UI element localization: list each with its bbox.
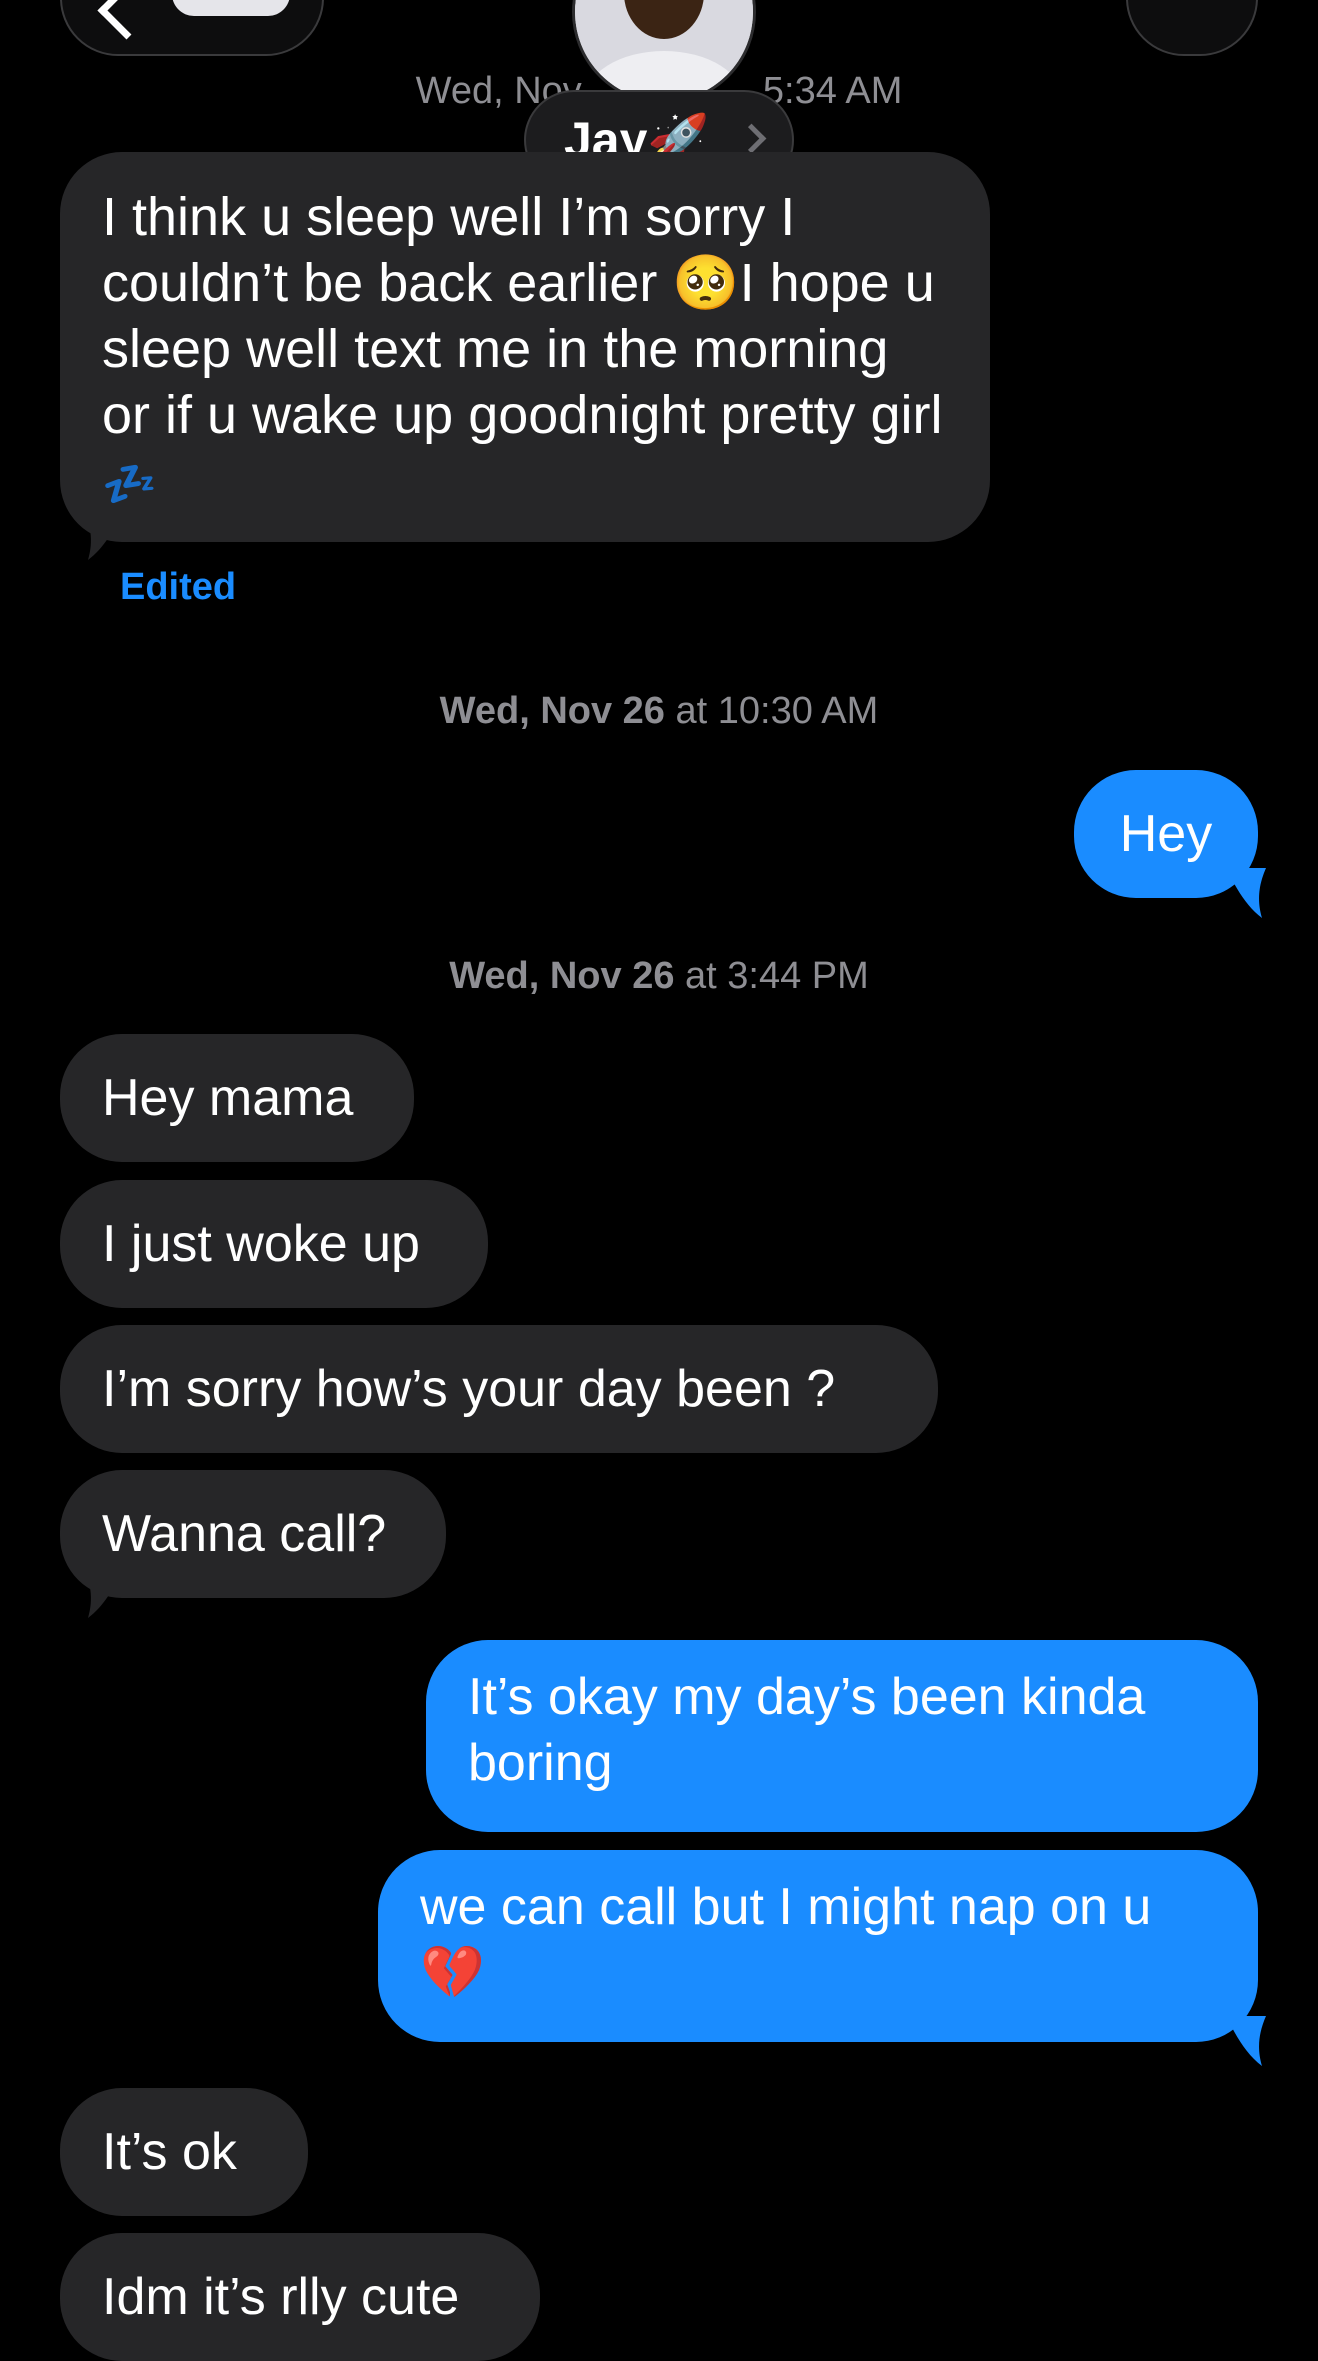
bubble-tail [84,510,124,560]
message-thread: 642 Wed, Nov 5:34 AM Jay🚀 I think u slee… [0,0,1318,2361]
facetime-button[interactable] [1126,0,1258,56]
message-incoming-just-woke-up[interactable]: I just woke up [60,1180,488,1308]
timestamp-1030: Wed, Nov 26 at 10:30 AM [439,690,879,732]
edited-label[interactable]: Edited [120,566,236,609]
timestamp-344: Wed, Nov 26 at 3:44 PM [449,955,869,997]
bubble-tail [84,1568,124,1618]
message-outgoing-call-nap[interactable]: we can call but I might nap on u 💔 [378,1850,1258,2042]
message-incoming-hey-mama[interactable]: Hey mama [60,1034,414,1162]
message-outgoing-okay-boring[interactable]: It’s okay my day’s been kinda boring [426,1640,1258,1832]
broken-heart-emoji: 💔 [420,1943,485,2003]
message-incoming-idm-cute[interactable]: Idm it’s rlly cute [60,2233,540,2361]
unread-count-badge: 642 [172,0,290,16]
message-incoming-its-ok[interactable]: It’s ok [60,2088,308,2216]
message-incoming-goodnight[interactable]: I think u sleep well I’m sorry I couldn’… [60,152,990,542]
message-incoming-sorry-day[interactable]: I’m sorry how’s your day been ? [60,1325,938,1453]
zzz-emoji: 💤 [102,459,157,510]
bubble-tail [1226,2016,1266,2066]
chevron-right-icon [736,123,767,154]
back-button[interactable]: 642 [60,0,324,56]
video-camera-icon [1128,0,1260,58]
pleading-face-emoji: 🥺 [672,251,740,314]
bubble-tail [1226,868,1266,918]
chevron-left-icon [97,0,156,40]
